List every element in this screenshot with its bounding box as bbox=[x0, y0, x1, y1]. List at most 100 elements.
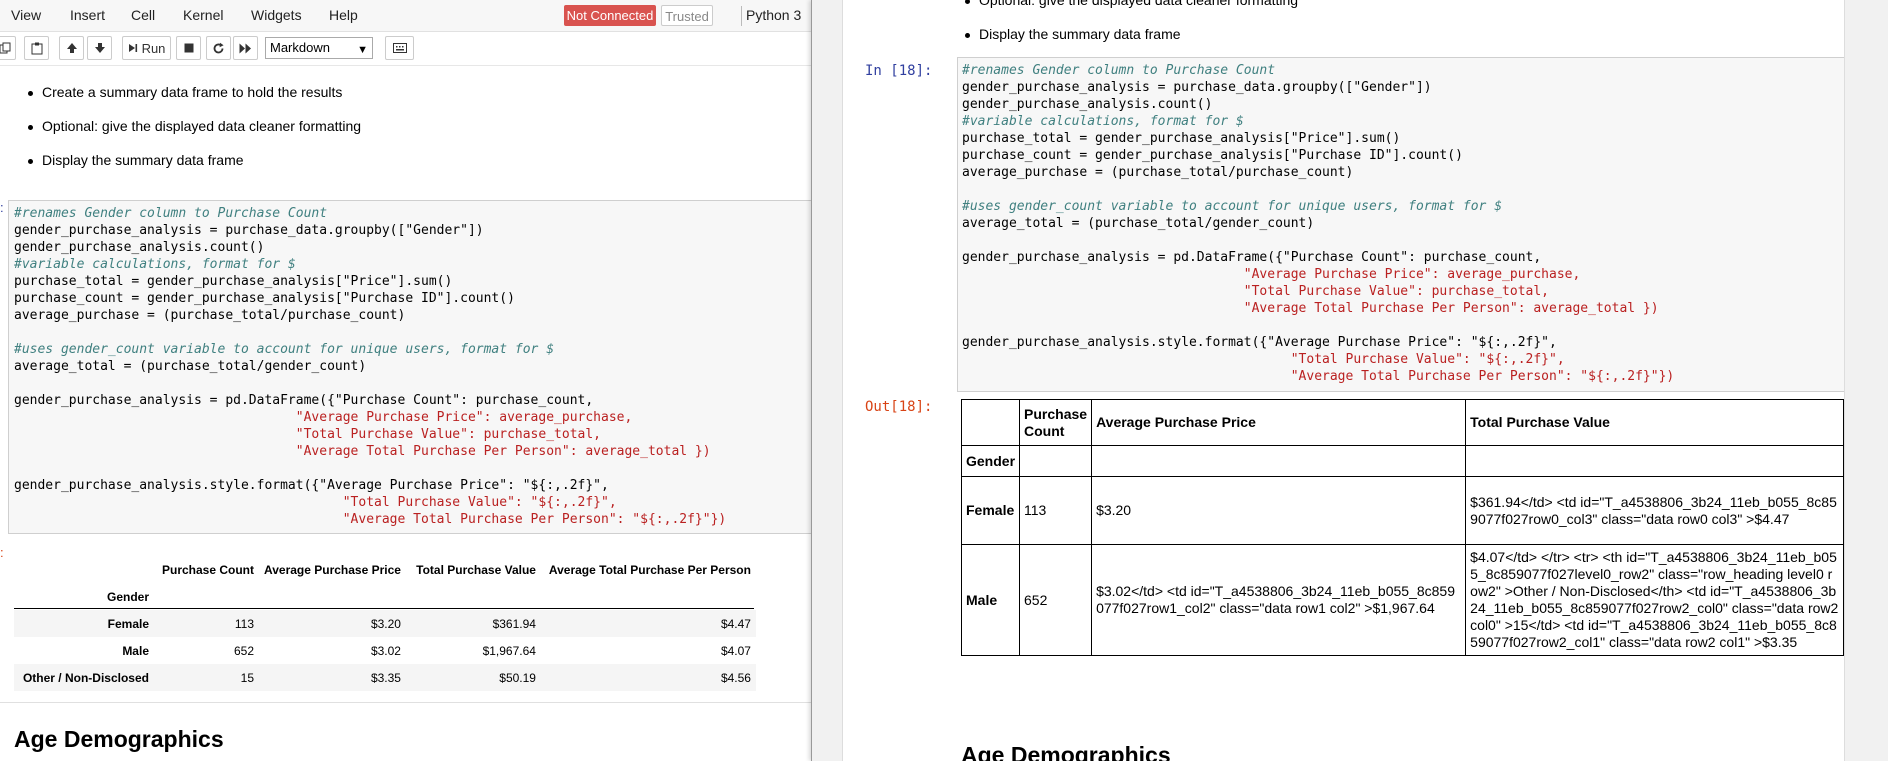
corner-cell bbox=[961, 399, 1021, 446]
table-row: Male 652 $3.02</td> <td id="T_a4538806_3… bbox=[961, 544, 1844, 656]
column-header: Total Purchase Value bbox=[1465, 399, 1844, 446]
section-heading: Age Demographics bbox=[961, 742, 1171, 761]
trusted-badge[interactable]: Trusted bbox=[661, 5, 713, 26]
table-cell: $1,967.64 bbox=[482, 643, 536, 658]
menu-cell[interactable]: Cell bbox=[131, 7, 155, 23]
menu-kernel[interactable]: Kernel bbox=[183, 7, 223, 23]
code-line: average_total = (purchase_total/gender_c… bbox=[14, 359, 367, 374]
row-label: Female bbox=[107, 616, 149, 631]
right-notebook-window: Optional: give the displayed data cleane… bbox=[811, 0, 1888, 761]
table-row: Male 652 $3.02 $1,967.64 $4.07 bbox=[14, 637, 756, 664]
stop-button[interactable] bbox=[176, 36, 201, 60]
run-button[interactable]: Run bbox=[122, 36, 171, 60]
table-cell: $3.35 bbox=[370, 670, 401, 685]
output-area: Purchase Count Average Purchase Price To… bbox=[961, 399, 1844, 719]
table-cell: $4.07</td> </tr> <tr> <th id="T_a4538806… bbox=[1465, 544, 1844, 656]
kernel-name[interactable]: Python 3 bbox=[746, 7, 801, 23]
row-label: Other / Non-Disclosed bbox=[22, 670, 149, 685]
bullet-summary-frame: Create a summary data frame to hold the … bbox=[27, 84, 343, 100]
table-row: Female 113 $3.20 $361.94</td> <td id="T_… bbox=[961, 476, 1844, 545]
index-name: Gender bbox=[106, 589, 149, 604]
input-prompt-marker: : bbox=[0, 200, 4, 215]
cell-type-value: Markdown bbox=[270, 40, 330, 55]
code-line: average_purchase = (purchase_total/purch… bbox=[14, 308, 406, 323]
code-line: gender_purchase_analysis.style.format({"… bbox=[14, 478, 609, 493]
left-notebook-window: View Insert Cell Kernel Widgets Help Not… bbox=[0, 0, 812, 761]
table-cell: $3.20 bbox=[370, 616, 401, 631]
menu-view[interactable]: View bbox=[11, 7, 41, 23]
table-cell: $4.47 bbox=[720, 616, 751, 631]
bullet-optional-formatting: Optional: give the displayed data cleane… bbox=[964, 0, 1298, 8]
table-cell: $50.19 bbox=[499, 670, 536, 685]
code-line: purchase_count = gender_purchase_analysi… bbox=[14, 291, 515, 306]
input-prompt: In [18]: bbox=[865, 63, 933, 79]
row-label: Male bbox=[122, 643, 149, 658]
paste-cell-button[interactable] bbox=[24, 36, 49, 60]
output-prompt-marker: : bbox=[0, 545, 4, 560]
code-line: gender_purchase_analysis = purchase_data… bbox=[962, 80, 1432, 95]
restart-icon bbox=[213, 42, 224, 53]
row-label: Male bbox=[961, 544, 1021, 656]
cell-type-select[interactable]: Markdown ▼ bbox=[265, 37, 373, 59]
code-line: average_purchase = (purchase_total/purch… bbox=[962, 165, 1354, 180]
code-line: #uses gender_count variable to account f… bbox=[14, 342, 555, 357]
table-cell: $4.07 bbox=[720, 643, 751, 658]
code-line: "Average Purchase Price": average_purcha… bbox=[14, 410, 633, 425]
code-line: "Total Purchase Value": purchase_total, bbox=[14, 427, 601, 442]
connection-status-badge[interactable]: Not Connected bbox=[564, 5, 656, 26]
code-line: "Average Total Purchase Per Person": "${… bbox=[14, 512, 727, 527]
column-header: Average Purchase Price bbox=[264, 562, 401, 577]
table-header-row: Purchase Count Average Purchase Price To… bbox=[961, 399, 1844, 446]
code-line: #renames Gender column to Purchase Count bbox=[14, 206, 328, 221]
code-line: "Total Purchase Value": "${:,.2f}", bbox=[14, 495, 617, 510]
output-prompt: Out[18]: bbox=[865, 399, 933, 415]
fast-forward-icon bbox=[239, 43, 251, 53]
index-name-row: Gender bbox=[14, 583, 756, 610]
move-down-button[interactable] bbox=[87, 36, 112, 60]
table-cell: $3.02</td> <td id="T_a4538806_3b24_11eb_… bbox=[1091, 544, 1467, 656]
divider bbox=[741, 6, 742, 26]
menu-insert[interactable]: Insert bbox=[70, 7, 105, 23]
code-line: gender_purchase_analysis.count() bbox=[14, 240, 265, 255]
cell-divider bbox=[0, 702, 812, 703]
arrow-up-icon bbox=[66, 43, 77, 53]
row-label: Female bbox=[961, 476, 1021, 545]
fast-forward-button[interactable] bbox=[233, 36, 258, 60]
menu-widgets[interactable]: Widgets bbox=[251, 7, 302, 23]
code-line: #variable calculations, format for $ bbox=[962, 114, 1244, 129]
column-header: Purchase Count bbox=[1019, 399, 1093, 446]
chevron-down-icon: ▼ bbox=[357, 44, 368, 56]
menu-bar: View Insert Cell Kernel Widgets Help Not… bbox=[0, 0, 812, 32]
code-line: #uses gender_count variable to account f… bbox=[962, 199, 1503, 214]
table-cell: 113 bbox=[1019, 476, 1093, 545]
code-line: #renames Gender column to Purchase Count bbox=[962, 63, 1276, 78]
code-line: purchase_count = gender_purchase_analysi… bbox=[962, 148, 1463, 163]
code-cell-editor[interactable]: #renames Gender column to Purchase Count… bbox=[8, 200, 812, 534]
code-line: #variable calculations, format for $ bbox=[14, 257, 296, 272]
code-line: gender_purchase_analysis = pd.DataFrame(… bbox=[962, 250, 1542, 265]
column-header: Average Purchase Price bbox=[1091, 399, 1467, 446]
code-cell-editor[interactable]: #renames Gender column to Purchase Count… bbox=[957, 57, 1844, 392]
table-cell: 15 bbox=[240, 670, 254, 685]
broken-dataframe-table: Purchase Count Average Purchase Price To… bbox=[961, 399, 1844, 656]
column-header: Purchase Count bbox=[161, 562, 254, 577]
bullet-display-summary: Display the summary data frame bbox=[965, 26, 1181, 42]
code-line: gender_purchase_analysis = pd.DataFrame(… bbox=[14, 393, 594, 408]
table-cell: $4.56 bbox=[720, 670, 751, 685]
index-name: Gender bbox=[961, 445, 1021, 477]
move-up-button[interactable] bbox=[59, 36, 84, 60]
table-header-row: Purchase Count Average Purchase Price To… bbox=[14, 556, 756, 583]
table-row: Female 113 $3.20 $361.94 $4.47 bbox=[14, 610, 756, 637]
restart-button[interactable] bbox=[206, 36, 231, 60]
table-row: Other / Non-Disclosed 15 $3.35 $50.19 $4… bbox=[14, 664, 756, 691]
bullet-display-summary: Display the summary data frame bbox=[28, 152, 244, 168]
code-line: purchase_total = gender_purchase_analysi… bbox=[962, 131, 1401, 146]
corner-cell bbox=[14, 556, 154, 583]
copy-icon bbox=[0, 42, 10, 54]
summary-dataframe-table: Purchase Count Average Purchase Price To… bbox=[14, 556, 756, 691]
code-line: gender_purchase_analysis.count() bbox=[962, 97, 1213, 112]
command-palette-button[interactable] bbox=[385, 36, 414, 60]
menu-help[interactable]: Help bbox=[329, 7, 358, 23]
table-cell: 652 bbox=[1019, 544, 1093, 656]
copy-cell-button[interactable] bbox=[0, 36, 16, 60]
